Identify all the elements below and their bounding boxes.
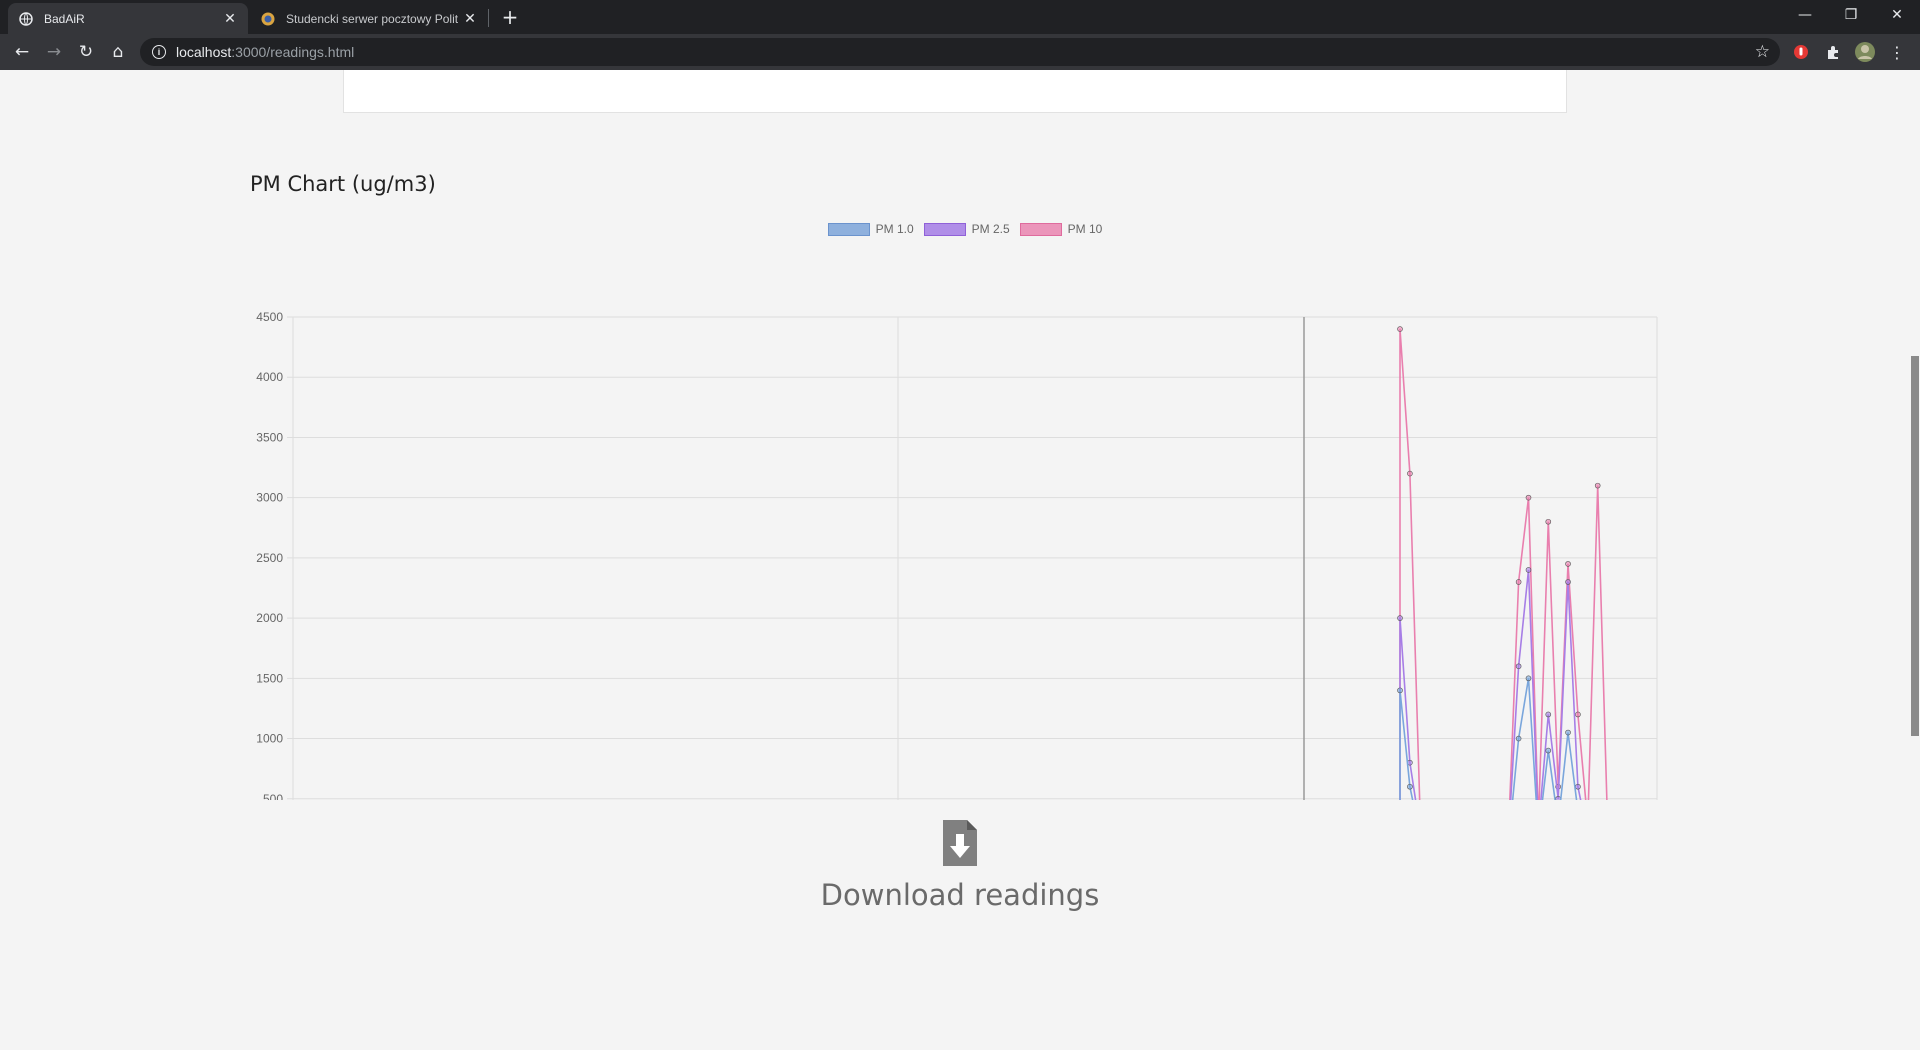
download-section: Download readings xyxy=(0,818,1920,912)
close-tab-icon[interactable]: ✕ xyxy=(222,10,238,27)
data-point xyxy=(1515,663,1522,670)
scrollbar-thumb[interactable] xyxy=(1911,356,1919,736)
extension-red-icon[interactable] xyxy=(1789,40,1813,64)
y-tick-label: 4500 xyxy=(256,310,283,324)
y-tick-label: 2500 xyxy=(256,551,283,565)
page-viewport: PM Chart (ug/m3) PM 1.0 PM 2.5 PM 10 050… xyxy=(0,70,1920,1050)
back-arrow-icon[interactable]: ← xyxy=(8,38,36,66)
download-readings-link[interactable]: Download readings xyxy=(821,878,1100,912)
series-line-1 xyxy=(1399,569,1582,800)
reload-icon[interactable]: ↻ xyxy=(72,38,100,66)
data-point xyxy=(1594,482,1601,489)
forward-arrow-icon[interactable]: → xyxy=(40,38,68,66)
series-line-0 xyxy=(1399,678,1578,800)
restore-button[interactable]: ❐ xyxy=(1828,0,1874,30)
data-point xyxy=(1525,675,1532,682)
data-point xyxy=(1545,518,1552,525)
data-point xyxy=(1397,687,1403,694)
data-point xyxy=(1515,735,1522,742)
extensions-puzzle-icon[interactable] xyxy=(1821,40,1845,64)
pm-line-chart: 05001000150020002500300035004000450006.1… xyxy=(256,310,1658,800)
data-point xyxy=(1575,783,1581,790)
readings-card xyxy=(343,70,1567,113)
url-host: localhost xyxy=(176,44,232,60)
data-point xyxy=(1407,783,1413,790)
tab-mail-server[interactable]: Studencki serwer pocztowy Polit ✕ xyxy=(250,3,488,34)
y-tick-label: 2000 xyxy=(256,611,283,625)
data-point xyxy=(1565,729,1571,736)
y-tick-label: 4000 xyxy=(256,370,283,384)
data-point xyxy=(1555,795,1561,800)
profile-avatar[interactable] xyxy=(1853,40,1877,64)
data-point xyxy=(1565,579,1571,585)
bookmark-star-icon[interactable]: ☆ xyxy=(1755,42,1770,62)
data-point xyxy=(1397,326,1403,332)
data-point xyxy=(1525,567,1532,573)
chart-title: PM Chart (ug/m3) xyxy=(250,172,436,196)
tab-title: BadAiR xyxy=(44,11,85,26)
new-tab-button[interactable]: + xyxy=(498,5,522,29)
university-logo-icon xyxy=(260,11,276,27)
tab-badair[interactable]: BadAiR ✕ xyxy=(8,3,248,34)
close-window-button[interactable]: ✕ xyxy=(1874,0,1920,30)
y-tick-label: 3500 xyxy=(256,430,283,444)
series-line-2 xyxy=(1399,328,1608,800)
browser-tab-bar: BadAiR ✕ Studencki serwer pocztowy Polit… xyxy=(0,0,1920,34)
data-point xyxy=(1525,494,1532,501)
data-point xyxy=(1545,747,1552,754)
y-tick-label: 500 xyxy=(263,792,283,800)
browser-toolbar: ← → ↻ ⌂ i localhost:3000/readings.html ☆… xyxy=(0,34,1920,70)
data-point xyxy=(1407,470,1413,477)
tab-title: Studencki serwer pocztowy Polit xyxy=(286,11,459,26)
site-info-icon[interactable]: i xyxy=(152,45,166,59)
address-bar[interactable]: i localhost:3000/readings.html ☆ xyxy=(140,38,1780,66)
y-tick-label: 3000 xyxy=(256,491,283,505)
data-point xyxy=(1545,711,1552,718)
tab-separator xyxy=(488,9,489,27)
browser-menu-icon[interactable]: ⋮ xyxy=(1885,40,1909,64)
data-point xyxy=(1575,711,1581,718)
file-download-icon[interactable] xyxy=(941,818,979,868)
home-icon[interactable]: ⌂ xyxy=(104,38,132,66)
y-tick-label: 1500 xyxy=(256,671,283,685)
page-scrollbar[interactable] xyxy=(1910,70,1920,1050)
data-point xyxy=(1397,615,1403,621)
minimize-button[interactable]: — xyxy=(1782,0,1828,30)
data-point xyxy=(1565,561,1571,567)
url-path: :3000/readings.html xyxy=(231,44,355,60)
y-tick-label: 1000 xyxy=(256,732,283,746)
globe-icon xyxy=(18,11,34,27)
data-point xyxy=(1515,579,1522,585)
close-tab-icon[interactable]: ✕ xyxy=(462,10,478,27)
